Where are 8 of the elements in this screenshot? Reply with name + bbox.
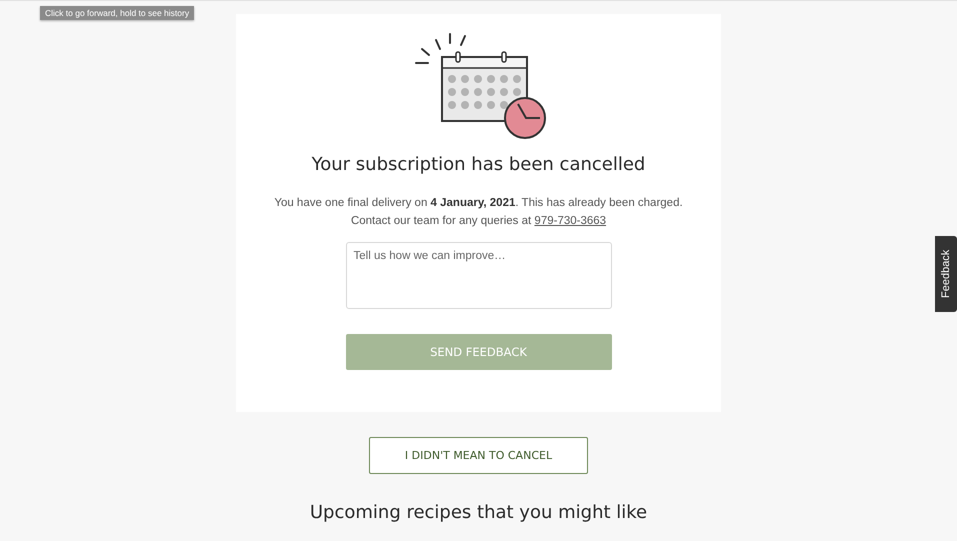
- page-title: Your subscription has been cancelled: [312, 154, 646, 175]
- feedback-field[interactable]: Tell us how we can improve…: [346, 242, 612, 309]
- phone-link[interactable]: 979-730-3663: [534, 215, 606, 227]
- undo-cancel-button[interactable]: I DIDN'T MEAN TO CANCEL: [369, 437, 588, 474]
- feedback-tab[interactable]: Feedback: [935, 236, 957, 312]
- tooltip: Click to go forward, hold to see history: [40, 6, 194, 20]
- cancellation-message: You have one final delivery on 4 January, 2021. This has already been charged. Contact our team for any queries at 979-730-3663: [274, 196, 683, 229]
- section-heading: Upcoming recipes that you might like: [310, 502, 648, 523]
